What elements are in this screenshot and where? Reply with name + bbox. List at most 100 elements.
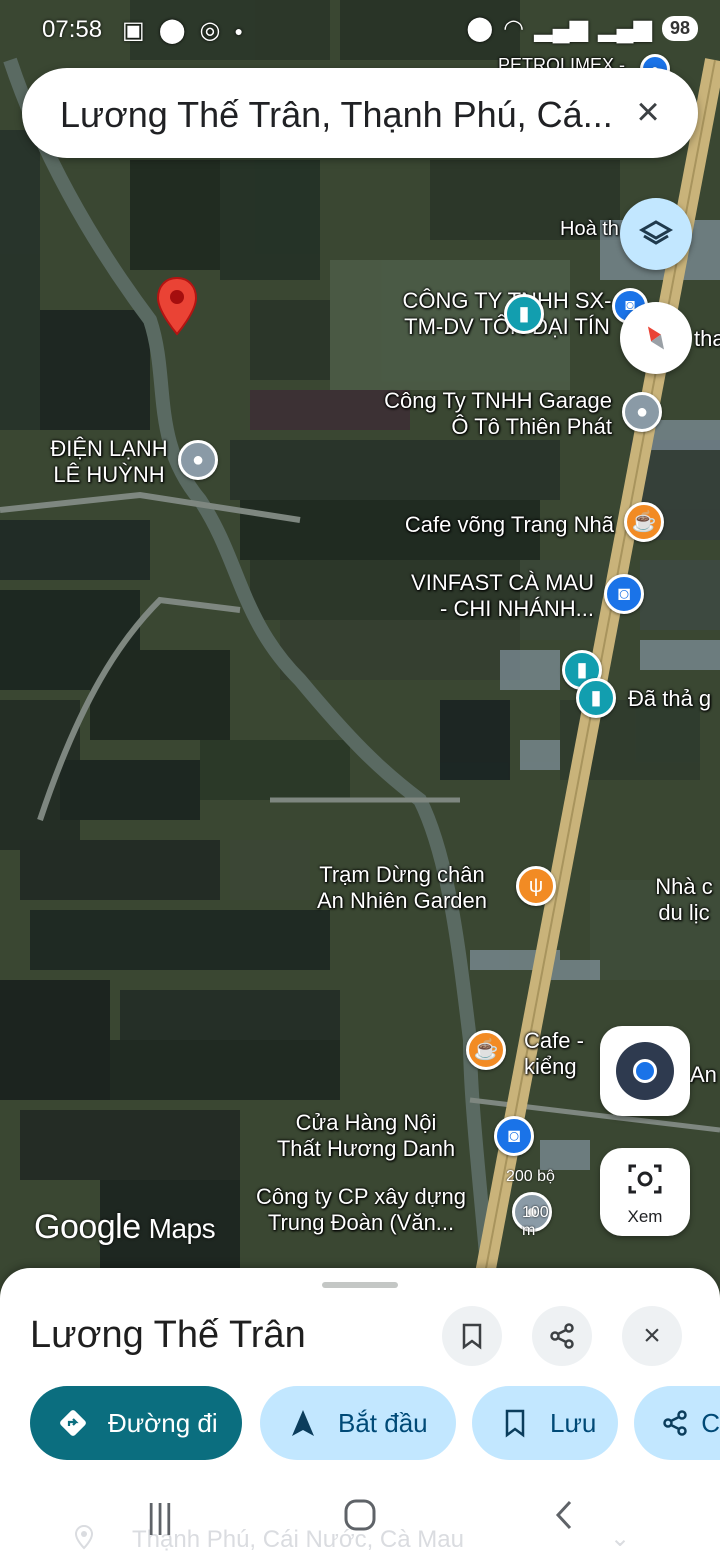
location-icon: ⬤ <box>158 17 186 44</box>
sheet-drag-handle[interactable] <box>322 1282 398 1288</box>
wifi-icon: ◠ <box>503 15 525 42</box>
navigation-arrow-icon <box>286 1406 320 1440</box>
shopping-bag-icon: ◙ <box>507 1125 521 1147</box>
system-navigation-bar: ||| <box>0 1480 720 1560</box>
poi-label-tha[interactable]: tha <box>694 326 720 352</box>
poi-pin-cafe-kieng[interactable]: ☕ <box>466 1030 506 1070</box>
scale-meters: 100 m <box>522 1204 549 1239</box>
place-dot-icon: ● <box>191 449 205 471</box>
google-wordmark: Google <box>34 1208 141 1246</box>
screenshot-icon: ▣ <box>122 17 145 44</box>
bookmark-icon: ▮ <box>576 659 588 681</box>
poi-label-da-tha[interactable]: Đã thả g <box>628 686 711 712</box>
scale-feet: 200 bộ <box>506 1168 555 1185</box>
poi-pin-cua-hang[interactable]: ◙ <box>494 1116 534 1156</box>
poi-line: du lịc <box>658 900 710 925</box>
destination-marker-icon[interactable] <box>156 276 198 336</box>
poi-label-dien-lanh[interactable]: ĐIỆN LẠNH LÊ HUỲNH <box>44 436 174 488</box>
poi-label-hoa-th[interactable]: Hoà th <box>560 216 619 242</box>
poi-label-an[interactable]: An <box>690 1062 717 1088</box>
poi-line: LÊ HUỲNH <box>53 462 165 487</box>
my-location-button[interactable] <box>600 1026 690 1116</box>
poi-label-cong-ty-cp[interactable]: Công ty CP xây dựng Trung Đoàn (Văn... <box>220 1184 502 1236</box>
poi-pin-cong-ty-ton[interactable]: ▮ <box>504 294 544 334</box>
search-query[interactable]: Lương Thế Trân, Thạnh Phú, Cá... <box>60 94 620 136</box>
battery-indicator: 98 <box>661 16 698 41</box>
compass-button[interactable] <box>620 302 692 374</box>
shopping-bag-icon: ◙ <box>617 583 631 605</box>
poi-pin-dien-lanh[interactable]: ● <box>178 440 218 480</box>
location-status-icon: ⬤ <box>466 15 494 42</box>
back-icon[interactable] <box>544 1498 584 1541</box>
save-button[interactable]: Lưu <box>472 1386 618 1460</box>
poi-label-cafe-vong[interactable]: Cafe võng Trang Nhã <box>380 512 614 538</box>
poi-label-vinfast[interactable]: VINFAST CÀ MAU - CHI NHÁNH... <box>380 570 594 622</box>
share-place-button[interactable] <box>532 1306 592 1366</box>
close-sheet-button[interactable]: × <box>622 1306 682 1366</box>
directions-button[interactable]: Đường đi <box>30 1386 242 1460</box>
poi-line: Trạm Dừng chân <box>319 862 485 887</box>
bookmark-icon: ▮ <box>518 303 530 325</box>
lens-view-button[interactable]: Xem <box>600 1148 690 1236</box>
poi-label-garage[interactable]: Công Ty TNHH Garage Ô Tô Thiên Phát <box>380 388 612 440</box>
map-scale: 200 bộ 100 m <box>506 1168 555 1239</box>
maps-wordmark: Maps <box>148 1213 216 1244</box>
poi-line: ĐIỆN LẠNH <box>50 436 168 461</box>
start-button[interactable]: Bắt đầu <box>260 1386 456 1460</box>
poi-label-nha-c[interactable]: Nhà c du lịc <box>648 874 720 926</box>
search-bar[interactable]: Lương Thế Trân, Thạnh Phú, Cá... × <box>22 68 698 158</box>
place-dot-icon: ● <box>635 401 649 423</box>
compass-icon <box>647 326 665 350</box>
google-maps-logo: Google Maps <box>34 1208 216 1247</box>
home-icon[interactable] <box>340 1498 380 1541</box>
signal-icon-1: ▂▄▆ <box>534 15 589 42</box>
directions-icon <box>56 1406 90 1440</box>
share-icon <box>660 1406 689 1440</box>
poi-pin-saved-2[interactable]: ▮ <box>576 678 616 718</box>
poi-line: Trung Đoàn (Văn... <box>267 1210 455 1235</box>
poi-line: kiểng <box>524 1054 577 1079</box>
camera-lens-icon <box>628 1164 662 1194</box>
start-label: Bắt đầu <box>338 1407 428 1438</box>
layers-button[interactable] <box>620 198 692 270</box>
poi-label-cua-hang[interactable]: Cửa Hàng Nội Thất Hương Danh <box>244 1110 488 1162</box>
poi-label-tram-dung[interactable]: Trạm Dừng chân An Nhiên Garden <box>296 862 508 914</box>
poi-line: Ô Tô Thiên Phát <box>451 414 612 439</box>
poi-line: An Nhiên Garden <box>317 888 487 913</box>
poi-label-cafe-kieng[interactable]: Cafe - kiểng <box>524 1028 584 1080</box>
bookmark-icon: ▮ <box>590 687 602 709</box>
signal-icon-2: ▂▄▆ <box>598 15 652 42</box>
close-icon: × <box>643 1319 661 1352</box>
close-icon[interactable]: × <box>626 90 670 134</box>
share-icon <box>550 1323 574 1349</box>
recent-apps-icon[interactable]: ||| <box>140 1498 180 1537</box>
poi-line: Công ty CP xây dựng <box>256 1184 466 1209</box>
bookmark-icon <box>462 1323 482 1350</box>
layers-icon <box>638 220 674 245</box>
poi-pin-vinfast[interactable]: ◙ <box>604 574 644 614</box>
save-label: Lưu <box>550 1407 597 1438</box>
bookmark-icon <box>498 1406 532 1440</box>
restaurant-icon: ψ <box>528 875 544 897</box>
poi-pin-tram-dung[interactable]: ψ <box>516 866 556 906</box>
poi-pin-cafe-vong[interactable]: ☕ <box>624 502 664 542</box>
share-label: C <box>701 1407 720 1438</box>
poi-line: Nhà c <box>655 874 713 899</box>
poi-line: Công Ty TNHH Garage <box>384 388 612 413</box>
poi-line: VINFAST CÀ MAU <box>411 570 594 595</box>
poi-pin-garage[interactable]: ● <box>622 392 662 432</box>
poi-line: Thất Hương Danh <box>276 1136 456 1161</box>
share-button[interactable]: C <box>634 1386 720 1460</box>
notification-dot-icon: ● <box>234 22 243 39</box>
place-title: Lương Thế Trân <box>30 1314 306 1356</box>
sync-icon: ◎ <box>199 17 221 44</box>
poi-line: Cafe - <box>524 1028 584 1053</box>
poi-line: Cửa Hàng Nội <box>295 1110 437 1135</box>
cafe-cup-icon: ☕ <box>631 511 657 533</box>
directions-label: Đường đi <box>108 1407 218 1438</box>
save-place-button[interactable] <box>442 1306 502 1366</box>
my-location-icon <box>616 1042 674 1100</box>
cafe-cup-icon: ☕ <box>473 1039 499 1061</box>
status-time: 07:58 <box>42 16 103 43</box>
status-bar: 07:58 ▣ ⬤ ◎ ● ⬤ ◠ ▂▄▆ ▂▄▆ 98 <box>0 0 720 58</box>
